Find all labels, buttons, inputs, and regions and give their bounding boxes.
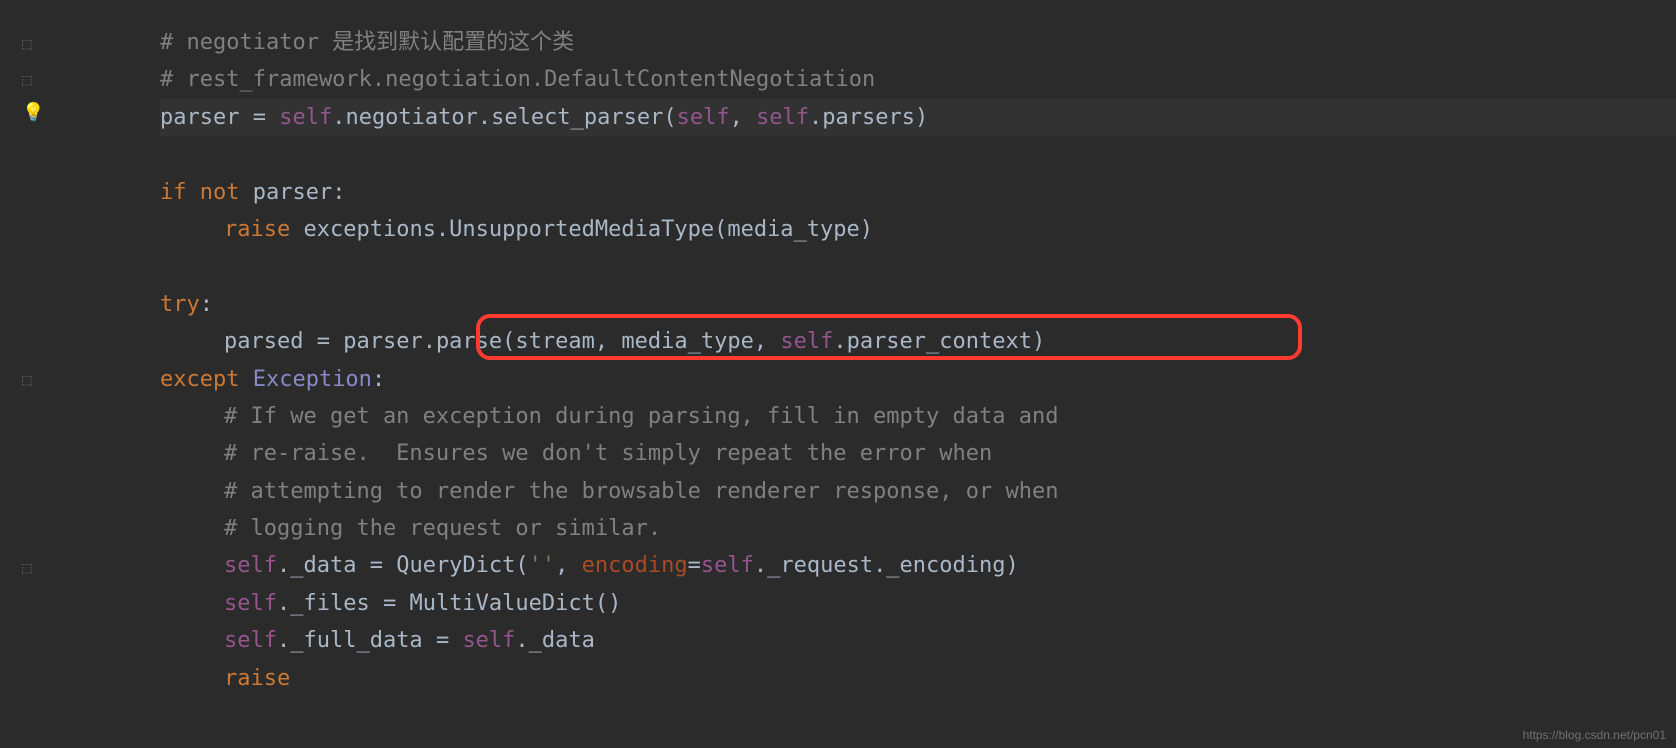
identifier: ._full_data [277,628,436,653]
operator: = [370,553,397,578]
operator: = [436,628,463,653]
gutter: ⬚ ⬚ 💡 ⬚ ⬚ [0,0,60,748]
operator: , [595,329,622,354]
self-keyword: self [677,105,730,130]
code-line: self._full_data = self._data [160,622,1676,659]
code-line-empty [160,248,1676,285]
self-keyword: self [756,105,809,130]
code-line: try: [160,286,1676,323]
lightbulb-icon[interactable]: 💡 [22,102,44,123]
code-line: except Exception: [160,361,1676,398]
bookmark-icon[interactable]: ⬚ [22,370,32,389]
editor-container: ⬚ ⬚ 💡 ⬚ ⬚ # negotiator 是找到默认配置的这个类 # res… [0,0,1676,748]
identifier: .parsers) [809,105,928,130]
code-line: # attempting to render the browsable ren… [160,473,1676,510]
function-call: MultiValueDict() [409,591,621,616]
code-line: raise [160,660,1676,697]
code-area[interactable]: # negotiator 是找到默认配置的这个类 # rest_framewor… [60,0,1676,748]
keyword: raise [224,666,290,691]
code-line: # If we get an exception during parsing,… [160,398,1676,435]
code-line: # rest_framework.negotiation.DefaultCont… [160,61,1676,98]
comment-text: # rest_framework.negotiation.DefaultCont… [160,67,875,92]
comment-text: # logging the request or similar. [224,516,661,541]
function-call: QueryDict( [396,553,528,578]
identifier: .negotiator.select_parser( [332,105,676,130]
identifier: media_type [621,329,753,354]
identifier: ._data [277,553,370,578]
operator: = [253,105,280,130]
self-keyword: self [224,628,277,653]
operator: , [730,105,757,130]
named-argument: encoding [582,553,688,578]
operator: = [688,553,701,578]
operator: : [372,367,385,392]
bookmark-icon[interactable]: ⬚ [22,558,32,577]
bookmark-icon[interactable]: ⬚ [22,70,32,89]
identifier: (stream [502,329,595,354]
operator: , [555,553,582,578]
code-line: # logging the request or similar. [160,510,1676,547]
identifier: exceptions.UnsupportedMediaType(media_ty… [303,217,873,242]
keyword: try [160,292,200,317]
builtin: Exception [253,367,372,392]
comment-text: # re-raise. Ensures we don't simply repe… [224,441,992,466]
identifier: parser [160,105,253,130]
code-line: self._data = QueryDict('', encoding=self… [160,547,1676,584]
identifier: parser. [343,329,436,354]
keyword: if not [160,180,253,205]
bookmark-icon[interactable]: ⬚ [22,34,32,53]
self-keyword: self [224,591,277,616]
identifier: .parser_context) [833,329,1045,354]
operator: = [317,329,344,354]
code-line: # negotiator 是找到默认配置的这个类 [160,24,1676,61]
identifier: ._request._encoding) [754,553,1019,578]
identifier: parsed [224,329,317,354]
operator: = [383,591,410,616]
code-line-empty [160,136,1676,173]
operator: : [200,292,213,317]
code-line: self._files = MultiValueDict() [160,585,1676,622]
self-keyword: self [224,553,277,578]
string-literal: '' [529,553,556,578]
keyword: raise [224,217,303,242]
keyword: except [160,367,253,392]
self-keyword: self [462,628,515,653]
code-line: parsed = parser.parse(stream, media_type… [160,323,1676,360]
code-line-highlighted: parser = self.negotiator.select_parser(s… [160,99,1676,136]
self-keyword: self [701,553,754,578]
comment-text: # If we get an exception during parsing,… [224,404,1058,429]
identifier: parser: [253,180,346,205]
code-line: raise exceptions.UnsupportedMediaType(me… [160,211,1676,248]
self-keyword: self [780,329,833,354]
code-line: if not parser: [160,174,1676,211]
code-line: # re-raise. Ensures we don't simply repe… [160,435,1676,472]
self-keyword: self [279,105,332,130]
operator: , [754,329,781,354]
comment-text: # attempting to render the browsable ren… [224,479,1058,504]
function-call: parse [436,329,502,354]
watermark-text: https://blog.csdn.net/pcn01 [1523,728,1666,742]
identifier: ._files [277,591,383,616]
identifier: ._data [515,628,594,653]
comment-text: # negotiator 是找到默认配置的这个类 [160,30,574,55]
